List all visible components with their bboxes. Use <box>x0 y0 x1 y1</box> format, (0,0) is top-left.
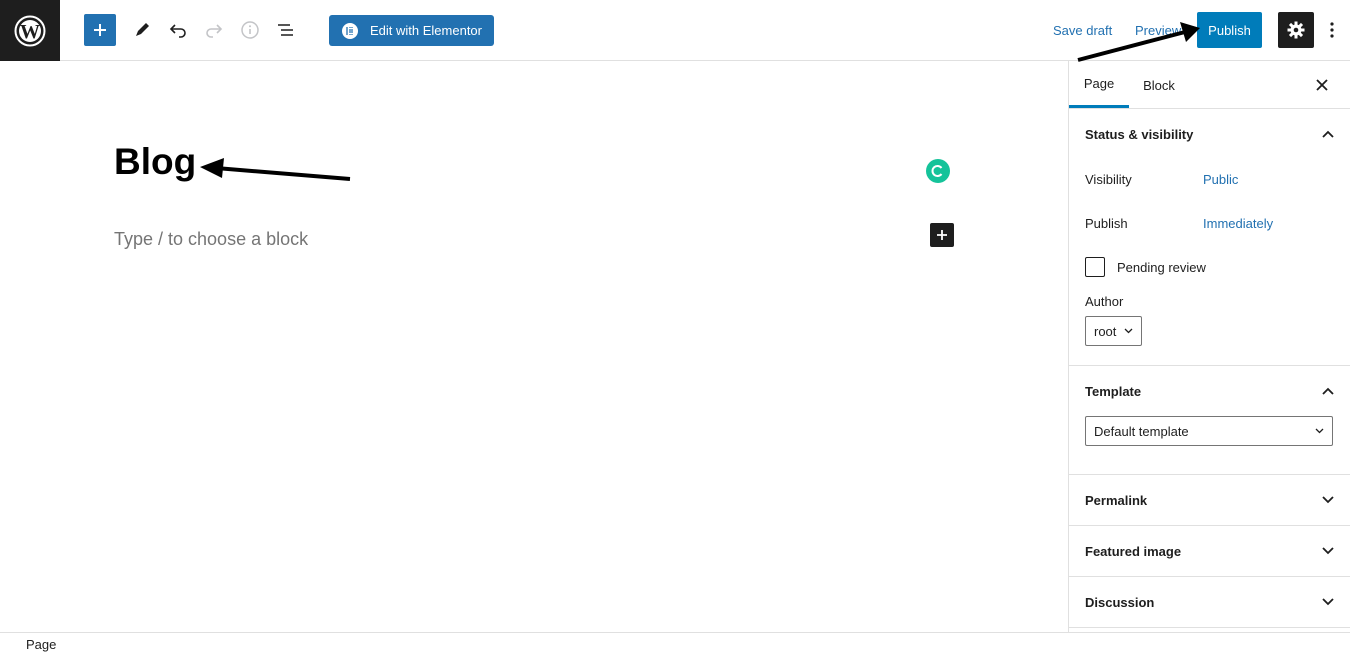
featured-image-panel: Featured image <box>1069 526 1350 577</box>
add-block-button[interactable] <box>84 14 116 46</box>
list-view-button[interactable] <box>270 14 302 46</box>
info-icon <box>241 21 259 39</box>
publish-row: Publish Immediately <box>1069 201 1350 245</box>
author-row: root <box>1069 313 1350 349</box>
wordpress-icon: W <box>14 15 46 46</box>
featured-image-toggle[interactable]: Featured image <box>1069 526 1350 576</box>
chevron-up-icon <box>1322 130 1334 138</box>
author-label: Author <box>1085 293 1124 309</box>
status-visibility-panel: Status & visibility Visibility Public Pu… <box>1069 109 1350 366</box>
template-value: Default template <box>1094 423 1189 439</box>
tools-button[interactable] <box>126 14 158 46</box>
author-label-row: Author <box>1069 289 1350 313</box>
close-icon <box>1316 79 1328 91</box>
tab-page[interactable]: Page <box>1069 61 1129 108</box>
details-button[interactable] <box>234 14 266 46</box>
panel-title: Permalink <box>1085 492 1148 508</box>
chevron-up-icon <box>1322 387 1334 395</box>
breadcrumb-item-page[interactable]: Page <box>26 637 56 652</box>
permalink-panel: Permalink <box>1069 475 1350 526</box>
post-title[interactable]: Blog <box>114 141 196 183</box>
grammarly-icon[interactable] <box>926 159 950 183</box>
publish-label: Publish <box>1085 215 1128 231</box>
chevron-down-icon <box>1315 428 1324 434</box>
panel-title: Status & visibility <box>1085 126 1194 142</box>
template-select[interactable]: Default template <box>1085 416 1333 446</box>
visibility-label: Visibility <box>1085 171 1132 187</box>
author-value: root <box>1094 323 1117 339</box>
chevron-down-icon <box>1322 547 1334 555</box>
settings-sidebar: Page Block Status & visibility Visibilit… <box>1068 61 1350 632</box>
settings-button[interactable] <box>1278 12 1314 48</box>
panel-title: Featured image <box>1085 543 1182 559</box>
visibility-toggle[interactable]: Public <box>1203 172 1238 187</box>
block-inserter-button[interactable] <box>930 223 954 247</box>
save-draft-button[interactable]: Save draft <box>1053 23 1112 38</box>
editor-header: W Edit with Elementor Save draft Preview… <box>0 0 1350 61</box>
panel-title: Discussion <box>1085 594 1155 610</box>
template-panel: Template Default template <box>1069 366 1350 475</box>
redo-icon <box>206 24 223 38</box>
discussion-toggle[interactable]: Discussion <box>1069 577 1350 627</box>
list-view-icon <box>278 24 293 36</box>
undo-button[interactable] <box>162 14 194 46</box>
edit-with-elementor-button[interactable]: Edit with Elementor <box>329 15 494 46</box>
gear-icon <box>1287 21 1305 39</box>
visibility-row: Visibility Public <box>1069 157 1350 201</box>
more-vertical-icon <box>1330 22 1334 38</box>
publish-date-toggle[interactable]: Immediately <box>1203 216 1273 231</box>
elementor-button-label: Edit with Elementor <box>370 23 482 38</box>
pencil-icon <box>136 23 149 36</box>
pending-review-label[interactable]: Pending review <box>1117 260 1206 275</box>
preview-button[interactable]: Preview <box>1135 23 1181 38</box>
redo-button[interactable] <box>198 14 230 46</box>
block-breadcrumb: Page <box>0 632 1350 654</box>
wordpress-logo-button[interactable]: W <box>0 0 60 61</box>
chevron-down-icon <box>1322 598 1334 606</box>
template-toggle[interactable]: Template <box>1069 366 1350 416</box>
plus-icon <box>937 230 947 240</box>
undo-icon <box>169 24 186 38</box>
publish-button[interactable]: Publish <box>1197 12 1262 48</box>
options-button[interactable] <box>1320 16 1344 44</box>
block-placeholder[interactable]: Type / to choose a block <box>114 229 308 250</box>
template-select-row: Default template <box>1069 416 1350 446</box>
status-visibility-toggle[interactable]: Status & visibility <box>1069 109 1350 159</box>
chevron-down-icon <box>1124 328 1133 334</box>
panel-title: Template <box>1085 383 1142 399</box>
close-sidebar-button[interactable] <box>1312 75 1332 95</box>
editor-canvas: Blog Type / to choose a block <box>0 61 1068 632</box>
svg-text:W: W <box>20 21 40 43</box>
pending-review-row: Pending review <box>1069 245 1350 289</box>
plus-icon <box>94 24 106 36</box>
pending-review-checkbox[interactable] <box>1085 257 1105 277</box>
sidebar-tabs: Page Block <box>1069 61 1350 109</box>
chevron-down-icon <box>1322 496 1334 504</box>
tab-block[interactable]: Block <box>1137 61 1181 109</box>
permalink-toggle[interactable]: Permalink <box>1069 475 1350 525</box>
discussion-panel: Discussion <box>1069 577 1350 628</box>
elementor-icon <box>342 22 358 39</box>
author-select[interactable]: root <box>1085 316 1142 346</box>
